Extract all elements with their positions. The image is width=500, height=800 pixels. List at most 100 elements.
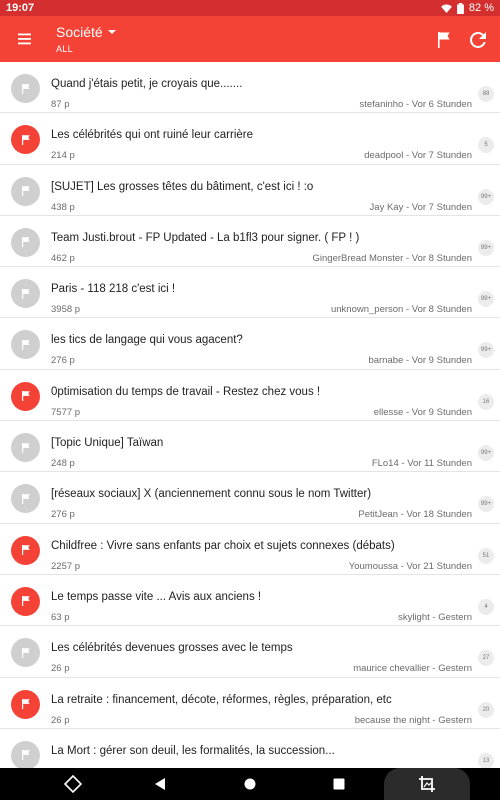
battery-icon [456, 2, 464, 14]
topic-title: Team Justi.brout - FP Updated - La b1fl3… [51, 231, 360, 244]
topic-author: Youmoussa [348, 560, 399, 572]
topic-time: Vor 8 Stunden [411, 304, 472, 316]
home-button[interactable] [239, 774, 261, 794]
topic-author: FLo14 [371, 458, 399, 470]
topic-post-count: 462 p [51, 252, 75, 264]
back-icon [155, 778, 165, 790]
flag-filter-button[interactable] [432, 28, 456, 52]
meta-separator: - [398, 509, 407, 521]
topic-time: Vor 21 Stunden [406, 560, 473, 572]
topic-row[interactable]: La Mort : gérer son deuil, les formalité… [0, 729, 500, 768]
recents-button[interactable] [328, 774, 350, 794]
topic-row[interactable]: Team Justi.brout - FP Updated - La b1fl3… [0, 216, 500, 268]
flag-icon [438, 32, 450, 48]
topic-author: ellesse [373, 406, 404, 418]
topic-row[interactable]: les tics de langage qui vous agacent? 276… [0, 318, 500, 370]
topic-flag-icon [11, 381, 40, 411]
unread-badge: 99+ [478, 496, 494, 513]
topic-time: Gestern [438, 611, 472, 623]
topic-row[interactable]: [réseaux sociaux] X (anciennement connu … [0, 472, 500, 524]
topic-post-count: 276 p [51, 509, 75, 521]
topic-title: Les célébrités devenues grosses avec le … [51, 642, 293, 655]
topic-author-time: GingerBread Monster - Vor 8 Stunden [313, 253, 473, 264]
hamburger-menu-icon [18, 33, 31, 45]
topic-row[interactable]: Le temps passe vite ... Avis aux anciens… [0, 575, 500, 627]
topic-time: Vor 7 Stunden [411, 201, 472, 213]
topic-author: maurice chevallier [353, 663, 430, 675]
meta-separator: - [398, 560, 407, 572]
topic-row[interactable]: Les célébrités qui ont ruiné leur carriè… [0, 113, 500, 165]
topic-author: GingerBread Monster [312, 252, 404, 264]
meta-separator: - [403, 355, 412, 367]
rotate-button[interactable] [62, 774, 84, 794]
meta-separator: - [403, 99, 412, 110]
recents-icon [333, 778, 345, 790]
topic-flag-icon [11, 433, 40, 463]
topic-row[interactable]: La retraite : financement, décote, réfor… [0, 678, 500, 729]
topic-post-count: 26 p [51, 663, 70, 675]
topic-author-time: FLo14 - Vor 11 Stunden [372, 458, 472, 469]
topic-post-count: 248 p [51, 458, 75, 470]
topic-row[interactable]: Paris - 118 218 c'est ici ! 3958 p unknown… [0, 267, 500, 319]
topic-author-time: maurice chevallier - Gestern [353, 663, 472, 674]
status-time: 19:07 [6, 2, 35, 14]
dropdown-arrow-icon [107, 30, 116, 34]
topic-post-count: 214 p [51, 150, 75, 162]
topic-flag-icon [11, 586, 40, 616]
topic-flag-icon [11, 176, 40, 206]
unread-badge: 13 [478, 752, 494, 768]
topic-author-time: deadpool - Vor 7 Stunden [364, 150, 472, 161]
unread-badge: 99+ [478, 239, 494, 256]
forum-selector[interactable]: Société ALL [56, 24, 117, 54]
topic-time: Vor 9 Stunden [411, 406, 472, 418]
topic-title: [SUJET] Les grosses têtes du bâtiment, c… [51, 180, 314, 193]
topic-time: Vor 9 Stunden [411, 355, 472, 367]
topic-row[interactable]: 0ptimisation du temps de travail - Reste… [0, 370, 500, 422]
topic-author: deadpool [364, 150, 404, 162]
topic-flag-icon [11, 740, 40, 768]
unread-badge: 51 [478, 547, 494, 564]
topic-author: unknown_person [330, 304, 404, 316]
topic-author: stefaninho [359, 99, 404, 110]
topic-author-time: PetitJean - Vor 18 Stunden [358, 509, 472, 520]
topic-flag-icon [11, 638, 40, 668]
topic-time: Vor 8 Stunden [411, 252, 472, 264]
topic-author: Jay Kay [369, 201, 404, 213]
topic-title: Les célébrités qui ont ruiné leur carriè… [51, 129, 253, 142]
topic-title: les tics de langage qui vous agacent? [51, 334, 243, 347]
topic-flag-icon [11, 484, 40, 514]
unread-badge: 99+ [478, 188, 494, 205]
topic-row[interactable]: Les célébrités devenues grosses avec le … [0, 626, 500, 678]
topic-row[interactable]: [SUJET] Les grosses têtes du bâtiment, c… [0, 165, 500, 216]
topic-title: La retraite : financement, décote, réfor… [51, 693, 392, 706]
screenshot-button[interactable] [416, 774, 438, 794]
topic-title: [réseaux sociaux] X (anciennement connu … [51, 488, 372, 501]
topic-post-count: 26 p [51, 714, 70, 726]
meta-separator: - [398, 458, 408, 470]
topic-flag-icon [11, 330, 40, 360]
topic-row[interactable]: Childfree : Vivre sans enfants par choix… [0, 524, 500, 575]
app-bar: Société ALL [0, 16, 500, 62]
meta-separator: - [403, 252, 412, 264]
meta-separator: - [403, 201, 412, 213]
topic-author: barnabe [368, 355, 404, 367]
refresh-button[interactable] [466, 28, 490, 52]
topic-author-time: because the night - Gestern [355, 715, 472, 726]
topic-row[interactable]: [Topic Unique] Taïwan 248 p FLo14 - Vor 11… [0, 421, 500, 473]
topic-author-time: Youmoussa - Vor 21 Stunden [349, 561, 472, 572]
topic-row[interactable]: Quand j'étais petit, je croyais que.....… [0, 62, 500, 114]
menu-button[interactable] [14, 27, 38, 51]
topic-title: La Mort : gérer son deuil, les formalité… [51, 744, 335, 757]
topic-author: skylight [398, 611, 430, 623]
topic-title: Quand j'étais petit, je croyais que.....… [51, 78, 243, 90]
topic-post-count: 63 p [51, 611, 70, 623]
back-button[interactable] [149, 774, 171, 794]
unread-badge: 88 [478, 86, 494, 102]
topic-time: Vor 11 Stunden [407, 458, 472, 470]
unread-badge: 99+ [478, 291, 494, 308]
topic-flag-icon [11, 279, 40, 309]
topic-title: Le temps passe vite ... Avis aux anciens… [51, 590, 262, 603]
forum-title: Société [56, 24, 103, 40]
meta-separator: - [429, 663, 439, 675]
topic-author-time: ellesse - Vor 9 Stunden [374, 407, 472, 418]
